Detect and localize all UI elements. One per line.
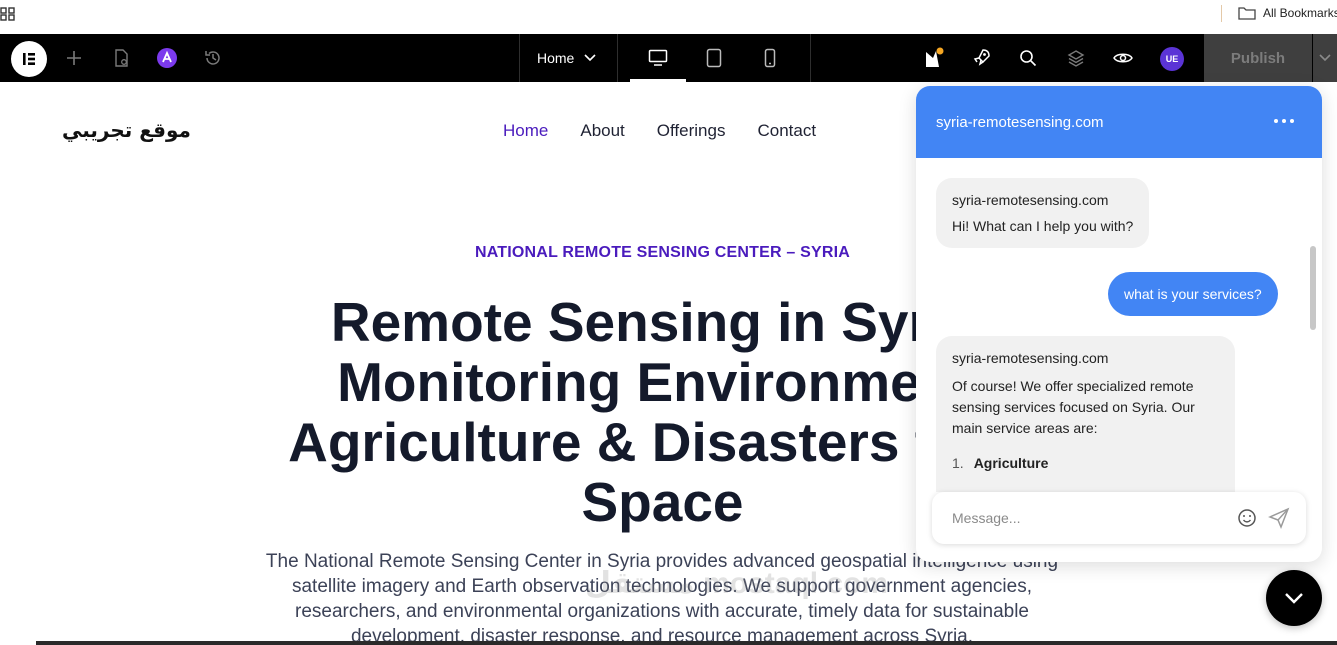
- nav-item-contact[interactable]: Contact: [757, 121, 816, 141]
- folder-icon: [1238, 7, 1256, 20]
- history-button[interactable]: [201, 46, 225, 70]
- chevron-down-icon: [584, 54, 596, 62]
- nav-item-about[interactable]: About: [580, 121, 624, 141]
- chat-widget: syria-remotesensing.com syria-remotesens…: [916, 86, 1322, 562]
- all-bookmarks-button[interactable]: All Bookmarks: [1238, 4, 1337, 22]
- chat-scrollbar[interactable]: [1310, 246, 1316, 330]
- chat-header: syria-remotesensing.com: [916, 86, 1322, 158]
- message-text: Of course! We offer specialized remote s…: [952, 378, 1195, 436]
- active-device-indicator: [630, 79, 686, 82]
- chat-toggle-button[interactable]: [1266, 570, 1322, 626]
- page-selector-label: Home: [537, 50, 575, 66]
- page-settings-icon: [115, 49, 128, 67]
- publish-button[interactable]: Publish: [1204, 34, 1312, 82]
- apps-grid-icon[interactable]: [0, 6, 16, 22]
- main-nav: Home About Offerings Contact: [503, 121, 816, 141]
- add-element-button[interactable]: [62, 46, 86, 70]
- bot-message: syria-remotesensing.com Hi! What can I h…: [936, 178, 1150, 248]
- desktop-view-button[interactable]: [646, 46, 670, 70]
- site-logo[interactable]: موقع تجريبي: [62, 118, 191, 142]
- elementor-logo-icon: [23, 53, 35, 65]
- send-icon[interactable]: [1268, 507, 1290, 529]
- emoji-icon[interactable]: [1237, 508, 1257, 528]
- user-avatar[interactable]: UE: [1160, 47, 1184, 71]
- chat-header-title: syria-remotesensing.com: [936, 114, 1104, 131]
- eye-icon: [1113, 53, 1133, 63]
- bot-message: syria-remotesensing.com Of course! We of…: [936, 336, 1235, 492]
- message-input[interactable]: [952, 508, 1222, 528]
- page-selector[interactable]: Home: [537, 48, 596, 68]
- search-button[interactable]: [1016, 46, 1040, 70]
- list-item-text: Agriculture: [973, 455, 1049, 471]
- tablet-view-button[interactable]: [702, 46, 726, 70]
- history-icon: [205, 51, 220, 65]
- more-dots-icon: [1282, 119, 1286, 123]
- bookmarks-bar: All Bookmarks: [0, 0, 1337, 34]
- watermark: مستقل mostaql.com: [585, 567, 889, 600]
- search-icon: [1020, 50, 1037, 67]
- elementor-logo-button[interactable]: [11, 41, 47, 77]
- tablet-icon: [706, 48, 722, 68]
- user-message: what is your services?: [1108, 272, 1278, 316]
- notifications-icon: [926, 47, 944, 67]
- chat-menu-button[interactable]: [1274, 113, 1294, 129]
- ai-assistant-icon: [157, 48, 177, 68]
- chat-input-box: [932, 492, 1306, 544]
- bookmarks-separator: [1221, 5, 1222, 22]
- all-bookmarks-label: All Bookmarks: [1263, 6, 1337, 20]
- whats-new-button[interactable]: [969, 46, 993, 70]
- message-text: Hi! What can I help you with?: [952, 218, 1134, 234]
- rocket-icon: [973, 49, 990, 66]
- nav-item-home[interactable]: Home: [503, 121, 548, 141]
- desktop-icon: [648, 49, 668, 66]
- mobile-view-button[interactable]: [758, 46, 782, 70]
- page-bottom-strip: [36, 641, 1337, 645]
- nav-item-offerings[interactable]: Offerings: [657, 121, 726, 141]
- ai-assistant-button[interactable]: [155, 46, 179, 70]
- message-sender: syria-remotesensing.com: [952, 192, 1109, 208]
- message-list-item: 1. Agriculture: [952, 455, 1219, 471]
- notifications-button[interactable]: [921, 46, 945, 70]
- more-dots-icon: [1274, 119, 1278, 123]
- mobile-icon: [764, 48, 776, 68]
- chevron-down-icon: [1319, 54, 1331, 62]
- plus-icon: [67, 51, 81, 65]
- preview-button[interactable]: [1111, 46, 1135, 70]
- publish-options-button[interactable]: [1313, 34, 1337, 82]
- toolbar-divider: [519, 34, 520, 82]
- toolbar-divider: [617, 34, 618, 82]
- message-sender: syria-remotesensing.com: [952, 350, 1109, 366]
- toolbar-divider: [810, 34, 811, 82]
- layers-icon: [1067, 50, 1085, 67]
- page-settings-button[interactable]: [109, 46, 133, 70]
- structure-button[interactable]: [1064, 46, 1088, 70]
- more-dots-icon: [1290, 119, 1294, 123]
- list-number: 1.: [952, 455, 964, 471]
- chat-messages[interactable]: syria-remotesensing.com Hi! What can I h…: [916, 158, 1322, 492]
- chevron-down-icon: [1285, 593, 1303, 604]
- editor-toolbar: Home UE Publish: [0, 34, 1337, 82]
